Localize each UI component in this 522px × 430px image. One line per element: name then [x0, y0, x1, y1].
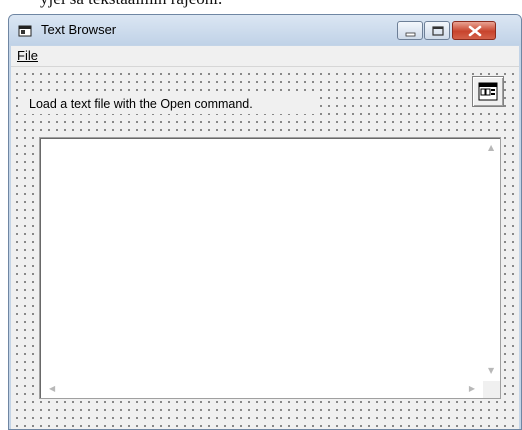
instruction-label: Load a text file with the Open command.: [23, 96, 319, 114]
window-title: Text Browser: [41, 22, 117, 37]
scroll-down-icon[interactable]: ▼: [488, 367, 494, 375]
app-window-icon: [18, 23, 32, 37]
menu-file-label: File: [17, 48, 38, 63]
vertical-scrollbar[interactable]: ▲ ▼: [483, 139, 500, 381]
close-icon: [468, 25, 482, 37]
form-design-surface: Load a text file with the Open command. …: [11, 66, 519, 429]
menu-file[interactable]: File: [17, 48, 38, 63]
scroll-left-icon[interactable]: ◀: [49, 385, 55, 393]
scrollbar-corner: [483, 381, 500, 398]
maximize-icon: [432, 26, 444, 36]
background-caption-text: yjeı̈ sa tekstaaimin rajeoni.: [40, 0, 222, 9]
common-dialog-icon: [478, 82, 498, 101]
menu-bar: File: [11, 46, 519, 66]
text-display-box[interactable]: ▲ ▼ ◀ ▶: [39, 137, 501, 399]
title-bar[interactable]: Text Browser: [9, 15, 521, 45]
minimize-icon: [405, 32, 416, 37]
common-dialog-control[interactable]: [472, 76, 504, 107]
scroll-up-icon[interactable]: ▲: [488, 144, 494, 152]
horizontal-scrollbar[interactable]: ◀ ▶: [41, 381, 483, 398]
maximize-button[interactable]: [424, 21, 450, 40]
minimize-button[interactable]: [397, 21, 423, 40]
scroll-right-icon[interactable]: ▶: [469, 385, 475, 393]
text-browser-window: Text Browser File Load a text file with …: [8, 14, 522, 430]
close-button[interactable]: [452, 21, 496, 40]
instruction-label-text: Load a text file with the Open command.: [29, 97, 253, 111]
